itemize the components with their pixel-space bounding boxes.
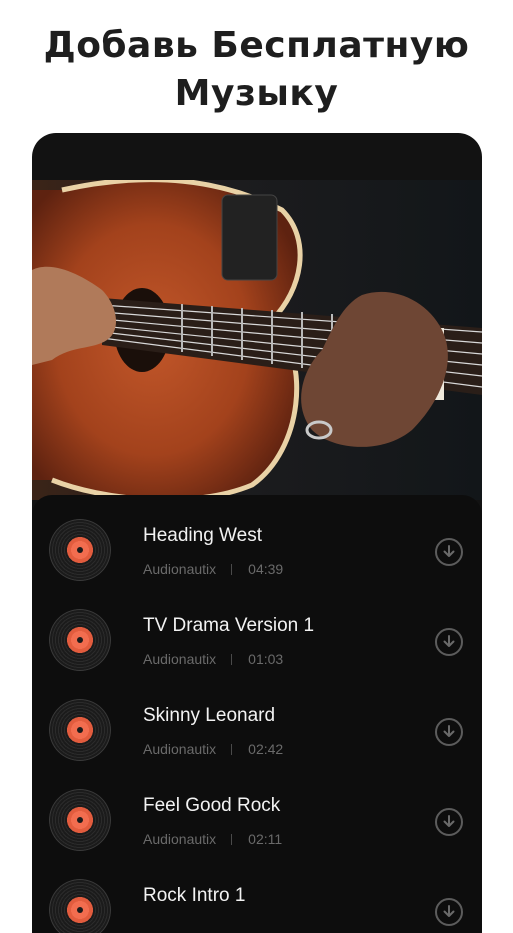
track-item-tv-drama-version-1[interactable]: TV Drama Version 1 Audionautix 01:03 <box>32 585 482 675</box>
download-icon <box>443 635 455 647</box>
guitar-hero-image <box>32 180 482 500</box>
guitar-illustration <box>32 180 482 500</box>
meta-divider <box>231 743 233 755</box>
download-icon <box>443 545 455 557</box>
vinyl-record-icon <box>49 699 111 761</box>
vinyl-record-icon <box>49 519 111 581</box>
phone-screen: Heading West Audionautix 04:39 TV Drama … <box>32 133 482 933</box>
track-item-feel-good-rock[interactable]: Feel Good Rock Audionautix 02:11 <box>32 765 482 855</box>
track-meta: Audionautix 02:11 <box>143 831 282 847</box>
track-duration: 02:42 <box>248 741 284 757</box>
track-title: Feel Good Rock <box>143 795 281 816</box>
track-title: Skinny Leonard <box>143 705 276 726</box>
track-artist: Audionautix <box>143 651 217 667</box>
track-duration: 04:39 <box>248 561 284 577</box>
track-artist: Audionautix <box>143 561 217 577</box>
download-icon <box>443 815 455 827</box>
meta-divider <box>231 833 233 845</box>
track-item-rock-intro-1[interactable]: Rock Intro 1 <box>32 855 482 933</box>
track-meta: Audionautix 01:03 <box>143 651 283 667</box>
promo-headline: Добавь Бесплатную Музыку <box>0 22 513 118</box>
meta-divider <box>231 563 233 575</box>
download-icon <box>443 725 455 737</box>
vinyl-record-icon <box>49 789 111 851</box>
track-duration: 02:11 <box>248 831 283 847</box>
meta-divider <box>231 653 233 665</box>
download-button[interactable] <box>435 628 463 656</box>
track-title: TV Drama Version 1 <box>143 615 315 636</box>
track-meta: Audionautix 02:42 <box>143 741 283 757</box>
track-meta: Audionautix 04:39 <box>143 561 283 577</box>
vinyl-record-icon <box>49 879 111 933</box>
track-title: Heading West <box>143 525 262 546</box>
music-list-panel: Heading West Audionautix 04:39 TV Drama … <box>32 495 482 933</box>
download-button[interactable] <box>435 718 463 746</box>
track-artist: Audionautix <box>143 831 217 847</box>
track-item-heading-west[interactable]: Heading West Audionautix 04:39 <box>32 495 482 585</box>
track-artist: Audionautix <box>143 741 217 757</box>
download-button[interactable] <box>435 808 463 836</box>
track-title: Rock Intro 1 <box>143 885 246 906</box>
track-duration: 01:03 <box>248 651 284 667</box>
download-button[interactable] <box>435 898 463 926</box>
headline-line-2: Музыку <box>174 73 339 114</box>
vinyl-record-icon <box>49 609 111 671</box>
download-icon <box>443 905 455 917</box>
headline-line-1: Добавь Бесплатную <box>43 25 470 66</box>
track-item-skinny-leonard[interactable]: Skinny Leonard Audionautix 02:42 <box>32 675 482 765</box>
download-button[interactable] <box>435 538 463 566</box>
